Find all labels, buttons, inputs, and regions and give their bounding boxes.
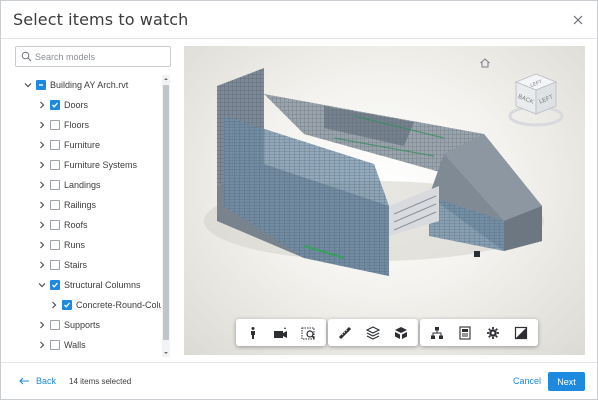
tree-item[interactable]: Doors xyxy=(37,95,88,115)
tree-item-label: Building AY Arch.rvt xyxy=(50,80,129,90)
tree-item[interactable]: Stairs xyxy=(37,255,87,275)
model-viewer[interactable]: LEFT BACK LEFT xyxy=(184,46,585,355)
tree-item-label: Supports xyxy=(64,320,101,330)
zoom-window-icon[interactable] xyxy=(295,319,323,346)
tree-item-checkbox[interactable] xyxy=(50,260,60,270)
view-cube[interactable]: LEFT BACK LEFT xyxy=(506,68,566,136)
chevron-right-icon[interactable] xyxy=(37,240,47,250)
tree-item[interactable]: Supports xyxy=(37,315,100,335)
scroll-thumb[interactable] xyxy=(163,85,169,340)
chevron-right-icon[interactable] xyxy=(37,100,47,110)
back-button[interactable]: Back xyxy=(19,376,56,386)
tree-item-checkbox[interactable] xyxy=(50,160,60,170)
tree-item-checkbox[interactable] xyxy=(50,340,60,350)
tree-item[interactable]: Furniture xyxy=(37,135,100,155)
scroll-down-icon[interactable] xyxy=(162,349,170,357)
chevron-right-icon[interactable] xyxy=(37,140,47,150)
walk-icon[interactable] xyxy=(239,319,267,346)
tree-item[interactable]: Railings xyxy=(37,195,96,215)
tree-item[interactable]: Landings xyxy=(37,175,101,195)
explode-icon[interactable] xyxy=(387,319,415,346)
tree-item-label: Stairs xyxy=(64,260,88,270)
tree-item-checkbox[interactable] xyxy=(50,220,60,230)
tree-item-checkbox[interactable] xyxy=(36,80,46,90)
camera-icon[interactable] xyxy=(267,319,295,346)
tree-item-checkbox[interactable] xyxy=(50,240,60,250)
cancel-button[interactable]: Cancel xyxy=(513,376,541,386)
tree-item-checkbox[interactable] xyxy=(50,200,60,210)
tree-scrollbar[interactable] xyxy=(162,75,170,357)
search-input[interactable] xyxy=(35,49,167,64)
tree-item[interactable]: Roofs xyxy=(37,215,88,235)
tree-item-checkbox[interactable] xyxy=(50,180,60,190)
properties-icon[interactable] xyxy=(451,319,479,346)
close-icon[interactable] xyxy=(571,13,585,27)
chevron-down-icon[interactable] xyxy=(37,280,47,290)
tree-item-label: Furniture Systems xyxy=(64,160,138,170)
search-icon xyxy=(21,51,32,62)
tree-item-checkbox[interactable] xyxy=(50,120,60,130)
chevron-down-icon[interactable] xyxy=(23,80,33,90)
tree-item-label: Furniture xyxy=(64,140,101,150)
dialog-footer: Back 14 items selected Cancel Next xyxy=(1,362,597,400)
settings-icon[interactable] xyxy=(479,319,507,346)
chevron-right-icon[interactable] xyxy=(37,260,47,270)
tree-item-label: Landings xyxy=(64,180,101,190)
tree-item-label: Walls xyxy=(64,340,86,350)
home-icon[interactable] xyxy=(479,57,491,69)
viewer-toolbar-settings xyxy=(420,319,538,346)
chevron-right-icon[interactable] xyxy=(37,160,47,170)
chevron-right-icon[interactable] xyxy=(37,220,47,230)
back-label: Back xyxy=(36,376,57,386)
fullscreen-icon[interactable] xyxy=(507,319,535,346)
viewer-toolbar-tools xyxy=(328,319,418,346)
model-tree: Building AY Arch.rvt Doors Floors Furniture… xyxy=(15,75,161,357)
tree-item[interactable]: Walls xyxy=(37,335,86,355)
tree-item-label: Structural Columns xyxy=(64,280,141,290)
tree-item-checkbox[interactable] xyxy=(50,280,60,290)
chevron-right-icon[interactable] xyxy=(37,320,47,330)
chevron-right-icon[interactable] xyxy=(37,180,47,190)
tree-item[interactable]: Building AY Arch.rvt xyxy=(23,75,128,95)
chevron-right-icon[interactable] xyxy=(37,340,47,350)
tree-item[interactable]: Concrete-Round-Colu... xyxy=(49,295,161,315)
next-button[interactable]: Next xyxy=(548,372,585,391)
tree-item-checkbox[interactable] xyxy=(50,100,60,110)
tree-item-label: Doors xyxy=(64,100,89,110)
tree-item-checkbox[interactable] xyxy=(50,320,60,330)
tree-item-checkbox[interactable] xyxy=(62,300,72,310)
tree-item-label: Runs xyxy=(64,240,86,250)
dialog-title: Select items to watch xyxy=(13,10,189,29)
tree-item[interactable]: Floors xyxy=(37,115,89,135)
model-browser-icon[interactable] xyxy=(423,319,451,346)
chevron-right-icon[interactable] xyxy=(37,200,47,210)
dialog-header: Select items to watch xyxy=(1,1,597,39)
tree-item[interactable]: Furniture Systems xyxy=(37,155,137,175)
search-box[interactable] xyxy=(15,46,171,67)
section-icon[interactable] xyxy=(359,319,387,346)
selected-count: 14 items selected xyxy=(69,377,132,386)
tree-item-label: Concrete-Round-Colu... xyxy=(76,300,161,310)
tree-item-label: Roofs xyxy=(64,220,88,230)
tree-item-checkbox[interactable] xyxy=(50,140,60,150)
chevron-right-icon[interactable] xyxy=(37,120,47,130)
arrow-left-icon xyxy=(19,377,29,385)
tree-item-label: Floors xyxy=(64,120,90,130)
tree-item-label: Railings xyxy=(64,200,97,210)
viewer-toolbar-navigation xyxy=(236,319,326,346)
measure-icon[interactable] xyxy=(331,319,359,346)
tree-item[interactable]: Structural Columns xyxy=(37,275,141,295)
tree-item[interactable]: Runs xyxy=(37,235,85,255)
select-items-dialog: Select items to watch Building AY Arch.r… xyxy=(0,0,598,400)
chevron-right-icon[interactable] xyxy=(49,300,59,310)
scroll-up-icon[interactable] xyxy=(162,75,170,83)
